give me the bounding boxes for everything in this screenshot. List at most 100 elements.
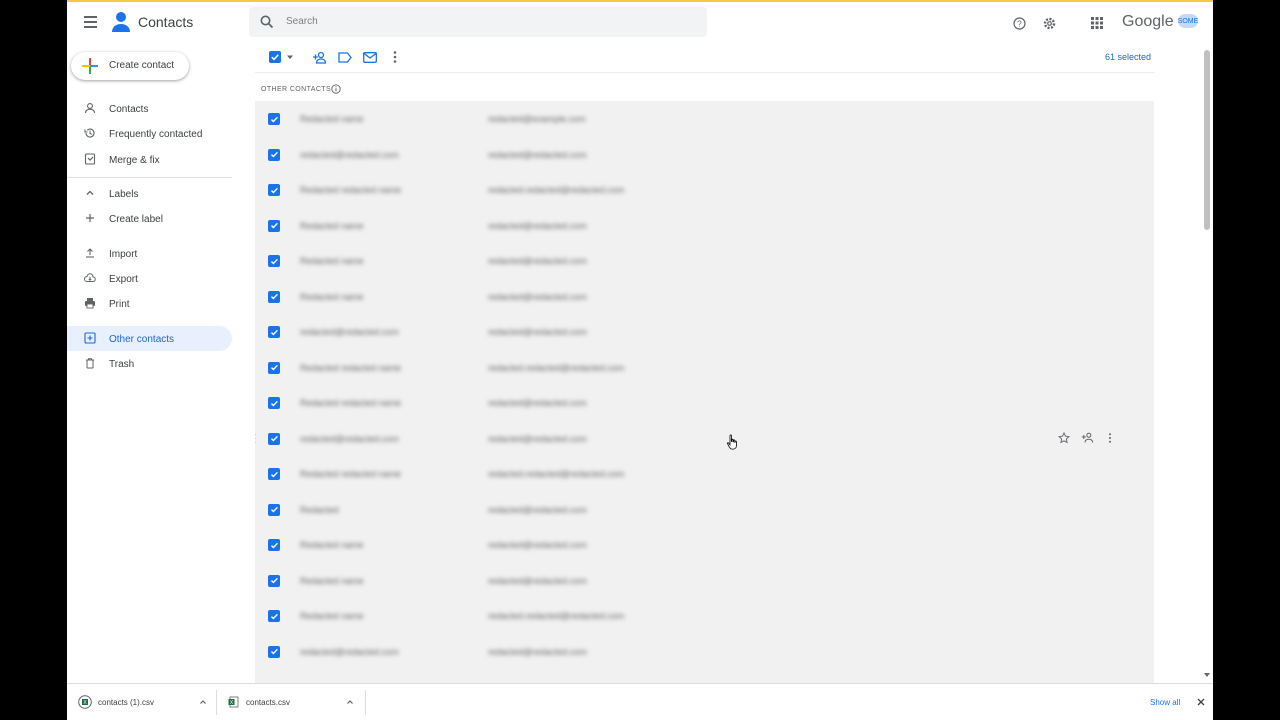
row-checkbox[interactable] xyxy=(268,397,280,409)
chevron-up-icon[interactable] xyxy=(199,698,207,706)
download-item[interactable]: X contacts (1).csv xyxy=(67,684,217,720)
upload-icon xyxy=(86,248,94,258)
download-item[interactable]: X contacts.csv xyxy=(217,684,365,720)
sidebar-item-print[interactable]: Print xyxy=(67,291,232,316)
print-icon xyxy=(85,298,95,309)
section-title: OTHER CONTACTS xyxy=(261,86,332,93)
sidebar-item-label: Print xyxy=(109,299,130,310)
table-row[interactable]: redacted@redacted.com redacted@redacted.… xyxy=(255,634,1154,669)
table-row-hovered[interactable]: redacted@redacted.com redacted@redacted.… xyxy=(255,421,1154,456)
info-icon[interactable] xyxy=(331,84,341,94)
main-menu-icon[interactable] xyxy=(79,11,101,33)
search-bar[interactable]: Search xyxy=(249,7,707,37)
row-checkbox[interactable] xyxy=(268,574,280,587)
google-logo[interactable]: Google xyxy=(1122,13,1174,31)
sidebar-item-contacts[interactable]: Contacts xyxy=(67,96,232,121)
table-row[interactable]: Redacted name redacted@example.com xyxy=(255,101,1154,136)
hand-cursor-icon xyxy=(727,434,737,450)
table-row[interactable]: Redacted redacted@redacted.com xyxy=(255,492,1154,527)
trash-icon xyxy=(86,358,94,369)
add-to-contacts-icon[interactable] xyxy=(1080,431,1094,445)
show-all-downloads-link[interactable]: Show all xyxy=(1150,698,1180,707)
more-actions-icon[interactable] xyxy=(387,49,403,65)
contact-email: redacted@redacted.com xyxy=(488,504,587,515)
row-checkbox[interactable] xyxy=(268,610,280,622)
row-checkbox[interactable] xyxy=(268,184,280,196)
sidebar-item-import[interactable]: Import xyxy=(67,241,232,266)
table-row[interactable]: Redacted name redacted@redacted.com xyxy=(255,527,1154,562)
sidebar-item-label: Contacts xyxy=(109,104,149,115)
select-menu-dropdown-icon[interactable] xyxy=(282,49,298,65)
download-separator xyxy=(365,690,366,715)
send-email-icon[interactable] xyxy=(362,49,378,65)
star-icon[interactable] xyxy=(1057,431,1071,445)
sidebar-item-frequently-contacted[interactable]: Frequently contacted xyxy=(67,121,232,146)
sidebar-item-trash[interactable]: Trash xyxy=(67,351,232,376)
contact-list: Redacted name redacted@example.com redac… xyxy=(255,101,1154,683)
download-file-name: contacts (1).csv xyxy=(98,698,155,707)
row-checkbox[interactable] xyxy=(268,468,280,480)
close-icon[interactable] xyxy=(1196,697,1206,707)
add-to-contacts-icon[interactable] xyxy=(311,49,327,65)
contact-email: redacted@redacted.com xyxy=(488,646,587,657)
row-checkbox[interactable] xyxy=(268,539,280,551)
table-row[interactable]: Redacted redacted name redacted.redacted… xyxy=(255,172,1154,207)
manage-labels-icon[interactable] xyxy=(337,49,353,65)
drag-handle-icon[interactable] xyxy=(255,433,256,444)
table-row[interactable]: Redacted redacted name redacted@redacted… xyxy=(255,385,1154,420)
sidebar-item-label: Labels xyxy=(109,189,139,200)
table-row[interactable]: Redacted name redacted.redacted@redacted… xyxy=(255,598,1154,633)
contact-email: redacted.redacted@redacted.com xyxy=(488,611,625,621)
sidebar-item-export[interactable]: Export xyxy=(67,266,232,291)
help-icon[interactable]: ? xyxy=(1010,14,1028,32)
sidebar-item-labels[interactable]: Labels xyxy=(67,181,232,206)
table-row[interactable]: redacted@redacted.com redacted@redacted.… xyxy=(255,137,1154,172)
page-scrollbar[interactable] xyxy=(1201,42,1213,683)
sidebar-item-other-contacts[interactable]: Other contacts xyxy=(67,326,232,351)
row-checkbox[interactable] xyxy=(268,326,280,338)
chevron-up-icon[interactable] xyxy=(346,698,354,706)
excel-file-icon: X xyxy=(78,695,92,709)
row-checkbox[interactable] xyxy=(268,503,280,516)
apps-grid-icon[interactable] xyxy=(1088,14,1106,32)
app-header: Contacts Search ? Google SOME xyxy=(67,0,1213,42)
create-contact-button[interactable]: Create contact xyxy=(71,52,189,80)
row-checkbox[interactable] xyxy=(268,290,280,303)
search-input[interactable]: Search xyxy=(286,16,318,27)
table-row[interactable]: Redacted name redacted@redacted.com xyxy=(255,279,1154,314)
row-checkbox[interactable] xyxy=(268,645,280,658)
table-row[interactable]: Redacted name redacted@redacted.com xyxy=(255,243,1154,278)
app-title: Contacts xyxy=(138,14,194,30)
scrollbar-thumb[interactable] xyxy=(1204,50,1210,230)
row-more-icon[interactable] xyxy=(1103,431,1117,445)
plus-icon xyxy=(86,214,94,222)
table-row[interactable]: Redacted redacted name redacted.redacted… xyxy=(255,350,1154,385)
row-checkbox[interactable] xyxy=(268,219,280,232)
row-checkbox[interactable] xyxy=(268,255,280,267)
row-checkbox[interactable] xyxy=(268,113,280,125)
sidebar-item-label: Import xyxy=(109,249,138,260)
sidebar-item-merge-fix[interactable]: Merge & fix xyxy=(67,147,232,172)
table-row[interactable]: redacted@redacted.com redacted@redacted.… xyxy=(255,314,1154,349)
merge-icon xyxy=(84,153,96,165)
contact-name: Redacted redacted name xyxy=(300,362,402,373)
sidebar-divider xyxy=(67,177,232,178)
table-row[interactable]: Redacted name redacted@redacted.com xyxy=(255,208,1154,243)
excel-file-icon: X xyxy=(228,696,239,708)
table-row[interactable]: Redacted name redacted@redacted.com xyxy=(255,563,1154,598)
contact-email: redacted.redacted@redacted.com xyxy=(488,469,625,479)
sidebar-item-create-label[interactable]: Create label xyxy=(67,206,232,231)
table-row[interactable]: Redacted redacted name redacted.redacted… xyxy=(255,456,1154,491)
select-all-checkbox[interactable] xyxy=(267,49,283,65)
contact-name: redacted@redacted.com xyxy=(300,327,399,337)
search-icon[interactable] xyxy=(259,14,275,30)
row-checkbox[interactable] xyxy=(268,361,280,374)
contact-name: redacted@redacted.com xyxy=(300,646,399,657)
sidebar-item-label: Merge & fix xyxy=(109,155,160,166)
settings-gear-icon[interactable] xyxy=(1040,14,1058,32)
row-checkbox[interactable] xyxy=(268,148,280,161)
row-checkbox[interactable] xyxy=(268,432,280,445)
account-avatar[interactable]: SOME xyxy=(1178,14,1198,28)
scroll-down-arrow-icon[interactable] xyxy=(1204,673,1210,677)
contact-name: Redacted name xyxy=(300,540,364,550)
